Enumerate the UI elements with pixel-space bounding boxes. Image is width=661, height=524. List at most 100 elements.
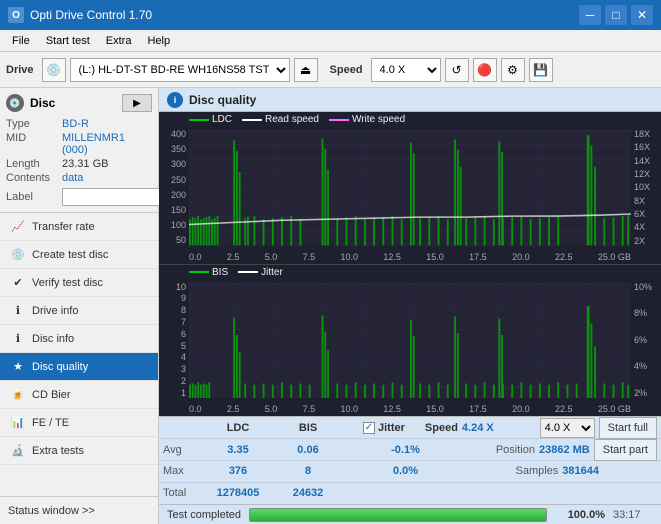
disc-type-value: BD-R	[62, 118, 89, 130]
sidebar-item-label-extra-tests: Extra tests	[32, 445, 84, 457]
sidebar-item-label-transfer-rate: Transfer rate	[32, 221, 95, 233]
sidebar: 💿 Disc ▶ Type BD-R MID MILLENMR1 (000) L…	[0, 88, 159, 524]
position-label: Position	[496, 444, 535, 456]
disc-mid-value: MILLENMR1 (000)	[62, 132, 152, 156]
position-value: 23862 MB	[539, 444, 590, 456]
burn-button[interactable]: 🔴	[473, 58, 497, 82]
legend-write-speed-label: Write speed	[352, 114, 405, 125]
samples-label: Samples	[515, 465, 558, 477]
avg-jitter: -0.1%	[363, 444, 448, 456]
menu-extra[interactable]: Extra	[98, 33, 140, 49]
drive-icon-btn[interactable]: 💿	[42, 58, 66, 82]
legend-read-speed-label: Read speed	[265, 114, 319, 125]
lower-y-axis-left: 10 9 8 7 6 5 4 3 2 1	[159, 283, 189, 399]
stats-max-row: Max 376 8 0.0% Samples 381644	[159, 461, 661, 483]
toolbar: Drive 💿 (L:) HL-DT-ST BD-RE WH16NS58 TST…	[0, 52, 661, 88]
samples-value: 381644	[562, 465, 599, 477]
max-bis: 8	[273, 465, 343, 477]
transfer-rate-icon: 📈	[10, 219, 26, 235]
chart-title-icon: i	[167, 92, 183, 108]
lower-x-axis: 0.0 2.5 5.0 7.5 10.0 12.5 15.0 17.5 20.0…	[189, 405, 631, 414]
disc-label-key: Label	[6, 191, 62, 203]
sidebar-item-create-test-disc[interactable]: 💿 Create test disc	[0, 241, 158, 269]
disc-header: 💿 Disc ▶	[6, 94, 152, 112]
start-full-button[interactable]: Start full	[599, 417, 657, 439]
app-icon: O	[8, 7, 24, 23]
sidebar-item-label-disc-quality: Disc quality	[32, 361, 88, 373]
disc-contents-value: data	[62, 172, 83, 184]
disc-icon: 💿	[6, 94, 24, 112]
avg-bis: 0.06	[273, 444, 343, 456]
sidebar-item-drive-info[interactable]: ℹ Drive info	[0, 297, 158, 325]
settings-button[interactable]: ⚙	[501, 58, 525, 82]
maximize-button[interactable]: □	[605, 5, 627, 25]
drive-select[interactable]: (L:) HL-DT-ST BD-RE WH16NS58 TST4	[70, 58, 290, 82]
sidebar-item-extra-tests[interactable]: 🔬 Extra tests	[0, 437, 158, 465]
speed-label: Speed	[330, 64, 363, 76]
chart-header: i Disc quality	[159, 88, 661, 112]
refresh-button[interactable]: ↺	[445, 58, 469, 82]
lower-chart-legend: BIS Jitter	[189, 267, 283, 278]
total-bis: 24632	[273, 487, 343, 499]
start-part-button[interactable]: Start part	[594, 439, 657, 461]
stats-total-row: Total 1278405 24632	[159, 483, 661, 504]
close-button[interactable]: ✕	[631, 5, 653, 25]
save-button[interactable]: 💾	[529, 58, 553, 82]
disc-length-label: Length	[6, 158, 62, 170]
disc-contents-row: Contents data	[6, 172, 152, 184]
sidebar-item-disc-quality[interactable]: ★ Disc quality	[0, 353, 158, 381]
progress-track	[249, 508, 547, 522]
speed-select[interactable]: 4.0 X	[371, 58, 441, 82]
menu-bar: File Start test Extra Help	[0, 30, 661, 52]
menu-help[interactable]: Help	[139, 33, 178, 49]
sidebar-item-label-fe-te: FE / TE	[32, 417, 69, 429]
drive-label: Drive	[6, 64, 34, 76]
sidebar-item-label-create-test: Create test disc	[32, 249, 108, 261]
stats-ldc-header: LDC	[203, 422, 273, 434]
sidebar-item-transfer-rate[interactable]: 📈 Transfer rate	[0, 213, 158, 241]
menu-file[interactable]: File	[4, 33, 38, 49]
status-window-btn[interactable]: Status window >>	[0, 496, 158, 524]
disc-label-row: Label ✏	[6, 188, 152, 206]
progress-fill	[250, 509, 546, 521]
speed-stat-select[interactable]: 4.0 X	[540, 418, 595, 438]
disc-title: Disc	[30, 96, 55, 110]
sidebar-item-verify-test-disc[interactable]: ✔ Verify test disc	[0, 269, 158, 297]
eject-button[interactable]: ⏏	[294, 58, 318, 82]
disc-type-row: Type BD-R	[6, 118, 152, 130]
legend-ldc: LDC	[189, 114, 232, 125]
legend-read-speed: Read speed	[242, 114, 319, 125]
fe-te-icon: 📊	[10, 415, 26, 431]
speed-stat-label: Speed	[425, 422, 458, 434]
jitter-label: Jitter	[378, 422, 405, 434]
disc-length-row: Length 23.31 GB	[6, 158, 152, 170]
right-panel: i Disc quality LDC Read speed	[159, 88, 661, 524]
legend-bis: BIS	[189, 267, 228, 278]
upper-chart-svg	[189, 130, 631, 246]
progress-percent: 100.0%	[555, 509, 605, 521]
menu-start-test[interactable]: Start test	[38, 33, 98, 49]
title-bar: O Opti Drive Control 1.70 ─ □ ✕	[0, 0, 661, 30]
sidebar-item-label-drive-info: Drive info	[32, 305, 78, 317]
jitter-checkbox[interactable]: ✓	[363, 422, 375, 434]
sidebar-item-fe-te[interactable]: 📊 FE / TE	[0, 409, 158, 437]
sidebar-item-disc-info[interactable]: ℹ Disc info	[0, 325, 158, 353]
main-content: 💿 Disc ▶ Type BD-R MID MILLENMR1 (000) L…	[0, 88, 661, 524]
status-window-label: Status window >>	[8, 505, 95, 517]
chart-upper: LDC Read speed Write speed 400 350 300	[159, 112, 661, 265]
disc-length-value: 23.31 GB	[62, 158, 108, 170]
sidebar-item-label-disc-info: Disc info	[32, 333, 74, 345]
sidebar-item-label-cd-bier: CD Bier	[32, 389, 71, 401]
disc-refresh-btn[interactable]: ▶	[122, 94, 152, 112]
stats-avg-row: Avg 3.35 0.06 -0.1% Position 23862 MB St…	[159, 439, 661, 461]
disc-panel: 💿 Disc ▶ Type BD-R MID MILLENMR1 (000) L…	[0, 88, 158, 213]
upper-x-axis: 0.0 2.5 5.0 7.5 10.0 12.5 15.0 17.5 20.0…	[189, 253, 631, 262]
disc-quality-icon: ★	[10, 359, 26, 375]
legend-ldc-label: LDC	[212, 114, 232, 125]
progress-status: Test completed	[167, 509, 241, 521]
sidebar-item-cd-bier[interactable]: 🍺 CD Bier	[0, 381, 158, 409]
legend-jitter: Jitter	[238, 267, 283, 278]
total-ldc: 1278405	[203, 487, 273, 499]
app-title: Opti Drive Control 1.70	[30, 8, 579, 22]
minimize-button[interactable]: ─	[579, 5, 601, 25]
